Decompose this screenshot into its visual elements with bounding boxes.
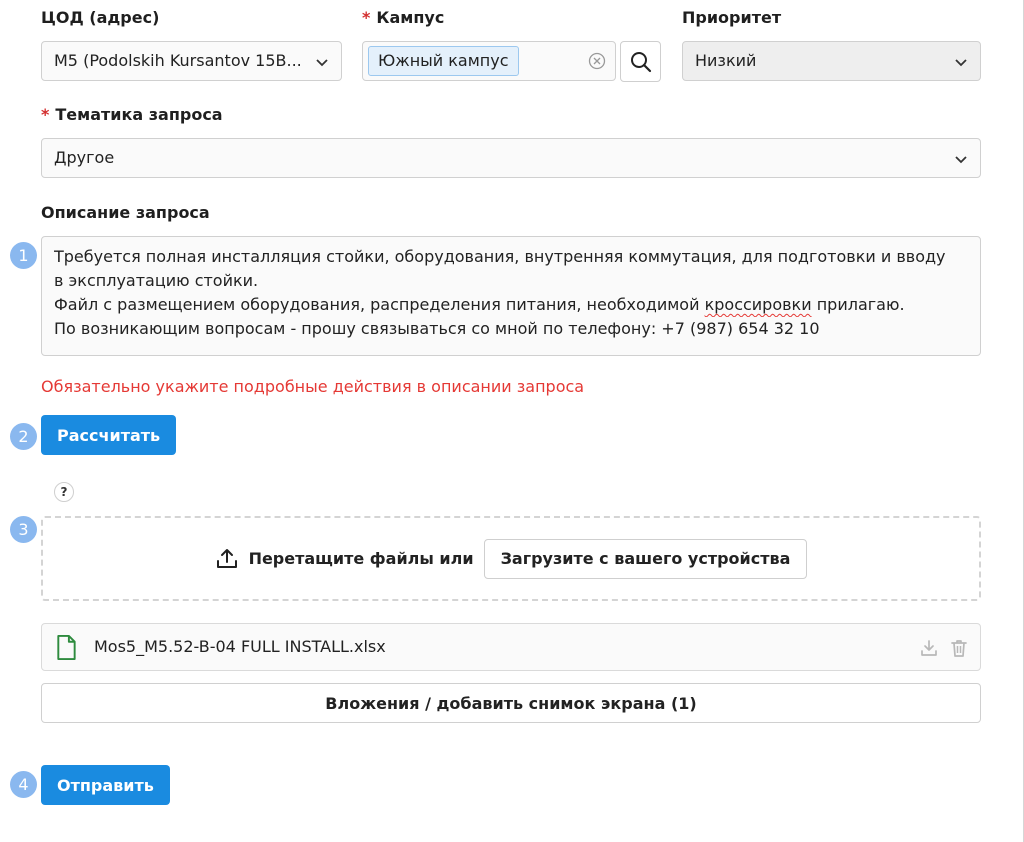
- calculate-button[interactable]: Рассчитать: [41, 415, 177, 455]
- step-marker-2: 2: [10, 423, 37, 450]
- file-dropzone[interactable]: Перетащите файлы или Загрузите с вашего …: [41, 516, 981, 601]
- priority-value: Низкий: [695, 51, 757, 70]
- upload-icon: [216, 548, 237, 568]
- required-mark: *: [362, 8, 371, 27]
- step-marker-1: 1: [10, 242, 37, 269]
- chevron-down-icon: [316, 59, 328, 67]
- upload-from-device-button[interactable]: Загрузите с вашего устройства: [483, 538, 808, 579]
- spellcheck-word: кроссировки: [704, 295, 812, 314]
- submit-button[interactable]: Отправить: [41, 765, 170, 805]
- clear-icon[interactable]: [588, 52, 606, 70]
- datacenter-label: ЦОД (адрес): [41, 8, 160, 27]
- priority-select[interactable]: Низкий: [682, 41, 981, 81]
- datacenter-select[interactable]: M5 (Podolskih Kursantov 15B...: [41, 41, 342, 81]
- description-textarea[interactable]: Требуется полная инсталляция стойки, обо…: [41, 236, 981, 356]
- campus-search-button[interactable]: [620, 41, 661, 82]
- search-icon: [631, 52, 652, 73]
- help-icon[interactable]: ?: [54, 482, 74, 502]
- chevron-down-icon: [955, 59, 967, 67]
- description-line: Файл с размещением оборудования, распред…: [54, 295, 905, 314]
- description-line: Требуется полная инсталляция стойки, обо…: [54, 247, 946, 266]
- topic-label: * Тематика запроса: [41, 105, 223, 124]
- description-label: Описание запроса: [41, 203, 210, 222]
- file-name[interactable]: Mos5_M5.52-B-04 FULL INSTALL.xlsx: [94, 624, 386, 670]
- required-mark: *: [41, 105, 50, 124]
- chevron-down-icon: [955, 156, 967, 164]
- validation-warning: Обязательно укажите подробные действия в…: [41, 377, 585, 396]
- datacenter-value: M5 (Podolskih Kursantov 15B...: [54, 51, 302, 70]
- download-icon[interactable]: [919, 638, 939, 658]
- dropzone-text: Перетащите файлы или: [248, 549, 474, 568]
- attachments-button[interactable]: Вложения / добавить снимок экрана (1): [41, 683, 981, 723]
- file-icon: [57, 635, 76, 660]
- step-marker-3: 3: [10, 516, 37, 543]
- trash-icon[interactable]: [949, 638, 969, 658]
- description-line: в эксплуатацию стойки.: [54, 271, 259, 290]
- campus-label: * Кампус: [362, 8, 445, 27]
- attached-file-row: Mos5_M5.52-B-04 FULL INSTALL.xlsx: [41, 623, 981, 671]
- topic-select[interactable]: Другое: [41, 138, 981, 178]
- topic-value: Другое: [54, 148, 115, 167]
- priority-label: Приоритет: [682, 8, 782, 27]
- campus-field[interactable]: Южный кампус: [362, 41, 616, 81]
- step-marker-4: 4: [10, 771, 37, 798]
- description-line: По возникающим вопросам - прошу связыват…: [54, 319, 820, 338]
- campus-tag[interactable]: Южный кампус: [368, 46, 519, 76]
